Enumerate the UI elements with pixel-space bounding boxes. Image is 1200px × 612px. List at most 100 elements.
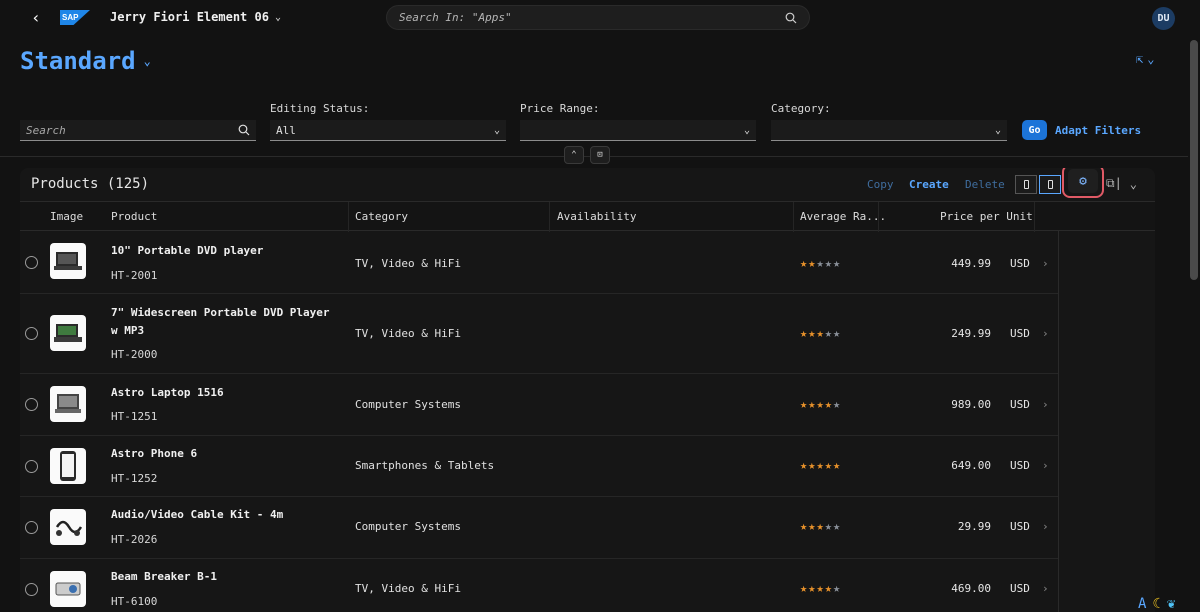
product-currency: USD <box>1010 459 1030 472</box>
variant-management[interactable]: Standard ⌄ <box>20 47 151 75</box>
adapt-filters-button[interactable]: Adapt Filters <box>1055 124 1141 137</box>
rating-indicator: ★★★★★ <box>800 519 841 533</box>
gear-icon: ⚙ <box>1068 169 1098 193</box>
shell-bar: ‹ SAP Jerry Fiori Element 06 ⌄ Search In… <box>0 0 1200 36</box>
table-header-row: Image Product Category Availability Aver… <box>20 201 1155 232</box>
variant-title: Standard <box>20 47 136 75</box>
row-select-radio[interactable] <box>25 521 38 534</box>
product-id: HT-6100 <box>111 595 158 608</box>
category-label: Category: <box>771 102 831 115</box>
editing-status-select[interactable]: All ⌄ <box>270 120 506 141</box>
star-half-icon: ★ <box>816 519 825 533</box>
column-header-image[interactable]: Image <box>50 210 83 223</box>
search-icon[interactable] <box>238 124 250 136</box>
row-select-radio[interactable] <box>25 256 38 269</box>
accessibility-icon[interactable]: A <box>1138 596 1146 612</box>
category-select[interactable]: ⌄ <box>771 120 1007 141</box>
price-range-select[interactable]: ⌄ <box>520 120 756 141</box>
export-button[interactable]: ⧉| ⌄ <box>1106 176 1137 191</box>
star-half-icon: ★ <box>824 581 833 595</box>
collapse-header-button[interactable]: ⌃ <box>564 146 584 164</box>
row-select-radio[interactable] <box>25 583 38 596</box>
pin-header-button[interactable]: ⊡ <box>590 146 610 164</box>
star-empty-icon: ★ <box>824 256 833 270</box>
pin-icon: ⊡ <box>597 150 603 160</box>
shell-search-field[interactable]: Search In: "Apps" <box>386 5 810 30</box>
product-category: Smartphones & Tablets <box>355 459 495 472</box>
star-empty-icon: ★ <box>832 256 842 270</box>
product-price: 989.00 <box>951 398 991 411</box>
share-icon: ⇱ <box>1136 52 1144 66</box>
column-header-price[interactable]: Price per Unit <box>940 210 1033 223</box>
product-id: HT-2026 <box>111 533 158 546</box>
table-row[interactable]: Audio/Video Cable Kit - 4m HT-2026 Compu… <box>20 497 1058 559</box>
product-category: TV, Video & HiFi <box>355 257 461 270</box>
product-name: Beam Breaker B-1 <box>111 570 217 583</box>
butterfly-icon[interactable]: ❦ <box>1167 596 1175 612</box>
column-header-availability[interactable]: Availability <box>557 210 636 223</box>
star-empty-icon: ★ <box>816 256 825 270</box>
star-empty-icon: ★ <box>824 326 833 340</box>
go-button[interactable]: Go <box>1022 120 1047 140</box>
sap-logo[interactable]: SAP <box>60 10 90 25</box>
row-navigation-icon[interactable]: › <box>1042 327 1049 340</box>
star-full-icon: ★ <box>800 397 809 411</box>
table-row[interactable]: 10" Portable DVD player HT-2001 TV, Vide… <box>20 231 1058 294</box>
table-row[interactable]: Astro Phone 6 HT-1252 Smartphones & Tabl… <box>20 436 1058 497</box>
rating-indicator: ★★★★★ <box>800 256 841 270</box>
copy-button[interactable]: Copy <box>867 178 894 191</box>
table-row[interactable]: 7" Widescreen Portable DVD Player w MP3 … <box>20 294 1058 374</box>
back-arrow-icon[interactable]: ‹ <box>26 7 46 27</box>
settings-button-highlight[interactable]: ⚙ <box>1062 168 1104 198</box>
moon-icon[interactable]: ☾ <box>1152 596 1160 612</box>
app-title-menu[interactable]: Jerry Fiori Element 06 ⌄ <box>110 10 281 24</box>
shell-search-placeholder: Search In: "Apps" <box>399 11 512 24</box>
star-full-icon: ★ <box>824 458 833 472</box>
table-row[interactable]: Astro Laptop 1516 HT-1251 Computer Syste… <box>20 374 1058 436</box>
product-image <box>50 571 86 607</box>
column-separator <box>878 202 879 232</box>
row-navigation-icon[interactable]: › <box>1042 257 1049 270</box>
star-half-icon: ★ <box>824 397 833 411</box>
row-navigation-icon[interactable]: › <box>1042 520 1049 533</box>
product-category: Computer Systems <box>355 398 461 411</box>
chevron-down-icon: ⌄ <box>274 11 281 23</box>
rating-indicator: ★★★★★ <box>800 326 841 340</box>
standard-view-toggle[interactable] <box>1039 175 1061 194</box>
product-id: HT-2000 <box>111 348 158 361</box>
star-empty-icon: ★ <box>832 326 842 340</box>
row-select-radio[interactable] <box>25 460 38 473</box>
row-navigation-icon[interactable]: › <box>1042 398 1049 411</box>
condensed-view-toggle[interactable] <box>1015 175 1037 194</box>
row-select-radio[interactable] <box>25 327 38 340</box>
table-row[interactable]: Beam Breaker B-1 HT-6100 TV, Video & HiF… <box>20 559 1058 612</box>
product-price: 449.99 <box>951 257 991 270</box>
column-header-product[interactable]: Product <box>111 210 157 223</box>
column-separator <box>348 202 349 232</box>
delete-button[interactable]: Delete <box>965 178 1005 191</box>
column-header-category[interactable]: Category <box>355 210 408 223</box>
chevron-down-icon: ⌄ <box>1129 176 1138 191</box>
star-empty-icon: ★ <box>832 581 842 595</box>
product-image <box>50 509 86 545</box>
star-full-icon: ★ <box>816 397 825 411</box>
product-id: HT-2001 <box>111 269 158 282</box>
product-price: 469.00 <box>951 582 991 595</box>
star-full-icon: ★ <box>800 458 809 472</box>
star-full-icon: ★ <box>816 458 825 472</box>
create-button[interactable]: Create <box>909 178 949 191</box>
page-scrollbar[interactable] <box>1190 40 1198 280</box>
row-navigation-icon[interactable]: › <box>1042 582 1049 595</box>
user-avatar[interactable]: DU <box>1152 7 1175 30</box>
search-icon[interactable] <box>785 12 797 24</box>
row-navigation-icon[interactable]: › <box>1042 459 1049 472</box>
filter-search-input[interactable]: Search <box>20 120 256 141</box>
column-header-average-rating[interactable]: Average Ra... <box>800 210 886 223</box>
star-half-icon: ★ <box>816 326 825 340</box>
chevron-down-icon: ⌄ <box>493 124 500 136</box>
rating-indicator: ★★★★★ <box>800 397 841 411</box>
share-button[interactable]: ⇱ ⌄ <box>1136 52 1154 66</box>
row-select-radio[interactable] <box>25 398 38 411</box>
product-currency: USD <box>1010 327 1030 340</box>
star-empty-icon: ★ <box>832 397 842 411</box>
